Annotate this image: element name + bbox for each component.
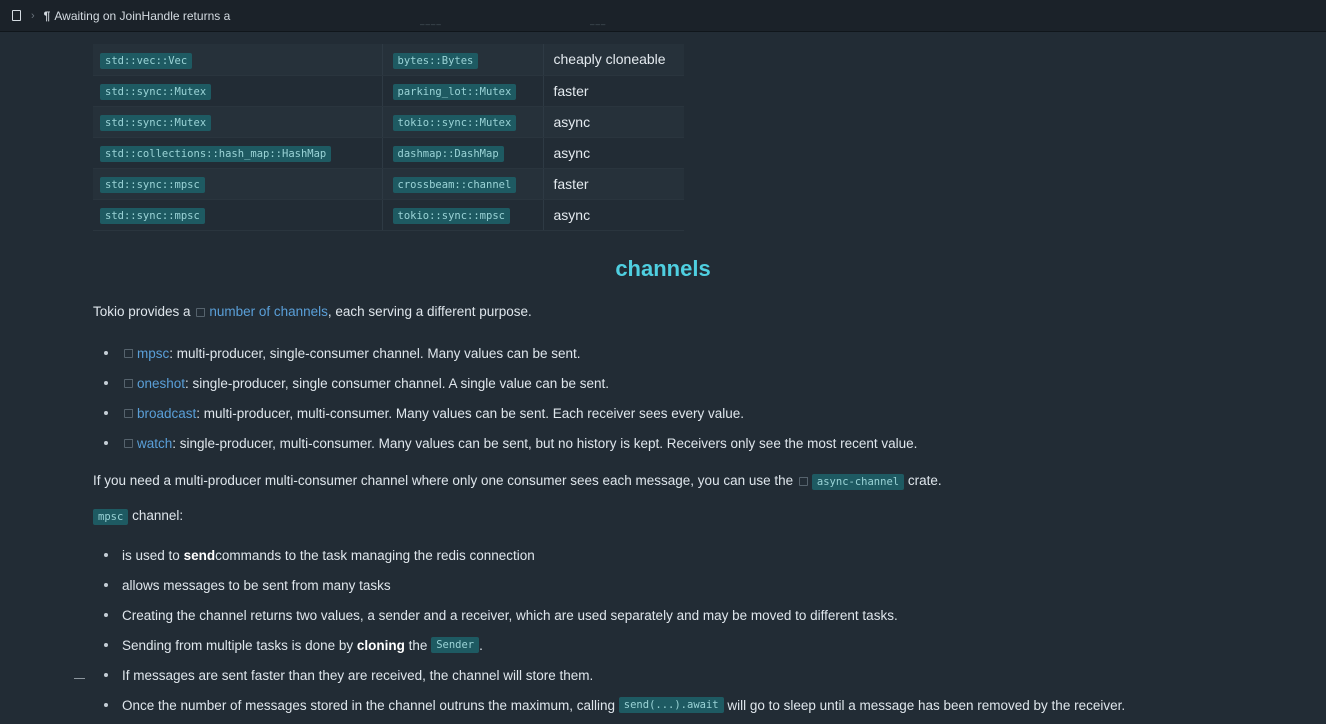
point-text: If messages are sent faster than they ar… xyxy=(122,667,594,683)
mpsc-link[interactable]: mpsc xyxy=(137,346,169,361)
file-icon[interactable] xyxy=(12,10,21,21)
external-link-icon xyxy=(798,477,808,486)
point-text: Creating the channel returns two values,… xyxy=(122,607,898,623)
point-text-mid: the xyxy=(408,637,428,653)
table-row: std::sync::Mutex parking_lot::Mutex fast… xyxy=(93,75,684,107)
list-item: Once the number of messages stored in th… xyxy=(104,690,1125,720)
external-link-icon xyxy=(124,348,133,358)
intro-text: Tokio provides a xyxy=(93,304,191,319)
cloning-emphasis: cloning xyxy=(356,637,405,653)
breadcrumb-title[interactable]: Awaiting on JoinHandle returns a xyxy=(54,9,230,23)
std-type: std::collections::hash_map::HashMap xyxy=(100,146,332,162)
point-text-after: will go to sleep until a message has bee… xyxy=(727,697,1126,713)
broadcast-link[interactable]: broadcast xyxy=(137,406,196,421)
bullet-icon xyxy=(104,673,108,677)
list-item: Sending from multiple tasks is done by c… xyxy=(104,630,1125,660)
table-row: std::sync::Mutex tokio::sync::Mutex asyn… xyxy=(93,106,684,138)
note: async xyxy=(543,137,684,169)
std-type: std::sync::Mutex xyxy=(100,115,212,131)
external-link-icon xyxy=(196,308,206,317)
pilcrow-icon: ¶ xyxy=(43,8,51,23)
send-await-code: send(...).await xyxy=(618,697,724,713)
point-text-after: . xyxy=(479,637,483,653)
list-item: broadcast: multi-producer, multi-consume… xyxy=(104,398,917,428)
bullet-icon xyxy=(104,703,108,707)
bullet-icon xyxy=(104,441,108,445)
breadcrumb-bar: › ¶ Awaiting on JoinHandle returns a ‒‒‒… xyxy=(0,0,1326,32)
intro-text-after: , each serving a different purpose. xyxy=(327,304,532,319)
watch-link[interactable]: watch xyxy=(137,436,172,451)
list-item: oneshot: single-producer, single consume… xyxy=(104,368,917,398)
bullet-icon xyxy=(104,613,108,617)
table-row: std::vec::Vec bytes::Bytes cheaply clone… xyxy=(93,44,684,76)
chevron-right-icon: › xyxy=(31,9,35,22)
channel-desc: : multi-producer, single-consumer channe… xyxy=(169,345,581,361)
sender-code: Sender xyxy=(431,637,480,653)
table-header-fragment-icon: ‒‒‒ xyxy=(590,20,607,29)
intro-paragraph: Tokio provides a number of channels, eac… xyxy=(93,304,532,319)
async-channel-code[interactable]: async-channel xyxy=(811,474,905,490)
bullet-icon xyxy=(104,583,108,587)
channel-desc: : multi-producer, multi-consumer. Many v… xyxy=(196,405,745,421)
table-row: std::sync::mpsc crossbeam::channel faste… xyxy=(93,168,684,200)
list-item: is used to send commands to the task man… xyxy=(104,540,1125,570)
section-heading: channels xyxy=(615,256,711,281)
point-text: is used to xyxy=(122,547,180,563)
channel-desc: : single-producer, single consumer chann… xyxy=(185,375,610,391)
mpsc-label: mpsc channel: xyxy=(93,508,184,525)
channels-link[interactable]: number of channels xyxy=(209,304,328,319)
external-link-icon xyxy=(124,378,133,388)
note: faster xyxy=(543,75,684,107)
point-text: allows messages to be sent from many tas… xyxy=(122,577,391,593)
bullet-icon xyxy=(104,643,108,647)
list-item: watch: single-producer, multi-consumer. … xyxy=(104,428,917,458)
mpmc-text-after: crate. xyxy=(907,473,942,488)
point-text: Once the number of messages stored in th… xyxy=(122,697,616,713)
send-emphasis: send xyxy=(183,547,216,563)
mpmc-text: If you need a multi-producer multi-consu… xyxy=(93,473,794,488)
mpsc-code: mpsc xyxy=(93,509,129,525)
external-link-icon xyxy=(124,408,133,418)
oneshot-link[interactable]: oneshot xyxy=(137,376,185,391)
fold-marker-icon[interactable] xyxy=(74,678,85,679)
note: async xyxy=(543,199,684,231)
note: async xyxy=(543,106,684,138)
crate-type: dashmap::DashMap xyxy=(392,146,504,162)
table-row: std::collections::hash_map::HashMap dash… xyxy=(93,137,684,169)
mpmc-paragraph: If you need a multi-producer multi-consu… xyxy=(93,473,942,490)
point-text: Sending from multiple tasks is done by xyxy=(122,637,354,653)
list-item: mpsc: multi-producer, single-consumer ch… xyxy=(104,338,917,368)
crate-type: crossbeam::channel xyxy=(392,177,517,193)
std-type: std::sync::mpsc xyxy=(100,177,205,193)
crate-type: tokio::sync::mpsc xyxy=(392,208,510,224)
note: faster xyxy=(543,168,684,200)
list-item: allows messages to be sent from many tas… xyxy=(104,570,1125,600)
point-text-after: commands to the task managing the redis … xyxy=(215,547,535,563)
std-type: std::sync::Mutex xyxy=(100,84,212,100)
crate-type: bytes::Bytes xyxy=(392,52,479,69)
std-type: std::vec::Vec xyxy=(100,52,193,69)
external-link-icon xyxy=(124,438,133,448)
crate-table: std::vec::Vec bytes::Bytes cheaply clone… xyxy=(93,44,684,231)
mpsc-label-text: channel: xyxy=(132,508,184,523)
channel-list: mpsc: multi-producer, single-consumer ch… xyxy=(104,338,917,458)
table-header-fragment-icon: ‒‒‒‒ xyxy=(420,20,442,29)
std-type: std::sync::mpsc xyxy=(100,208,205,224)
list-item: If messages are sent faster than they ar… xyxy=(104,660,1125,690)
bullet-icon xyxy=(104,553,108,557)
note: cheaply cloneable xyxy=(543,44,684,76)
bullet-icon xyxy=(104,351,108,355)
list-item: Creating the channel returns two values,… xyxy=(104,600,1125,630)
crate-type: tokio::sync::Mutex xyxy=(392,115,517,131)
channel-desc: : single-producer, multi-consumer. Many … xyxy=(172,435,918,451)
mpsc-points-list: is used to send commands to the task man… xyxy=(104,540,1125,720)
bullet-icon xyxy=(104,411,108,415)
table-row: std::sync::mpsc tokio::sync::mpsc async xyxy=(93,199,684,231)
crate-type: parking_lot::Mutex xyxy=(392,84,517,100)
bullet-icon xyxy=(104,381,108,385)
